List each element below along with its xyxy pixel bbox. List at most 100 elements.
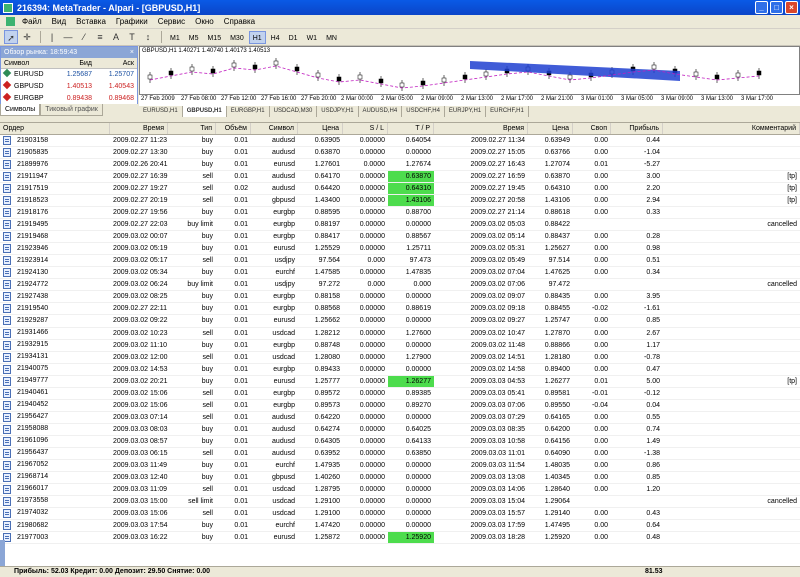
table-row[interactable]: 21919468 2009.03.02 00:07 buy 0.01 eurgbp 0.8…	[0, 231, 800, 244]
chart-tab[interactable]: USDJPY,H1	[317, 106, 359, 117]
vertical-line-icon[interactable]: |	[45, 30, 59, 44]
trendline-icon[interactable]: ⁄	[77, 30, 91, 44]
market-watch-row[interactable]: EURUSD 1.25687 1.25707	[1, 68, 137, 81]
table-row[interactable]: 21918176 2009.02.27 19:56 buy 0.01 eurgbp 0.8…	[0, 207, 800, 220]
table-row[interactable]: 21929287 2009.03.02 09:22 buy 0.01 eurusd 1.2…	[0, 315, 800, 328]
column-open-time[interactable]: Время	[110, 123, 168, 134]
arrows-icon[interactable]: ↕	[141, 30, 155, 44]
table-row[interactable]: 21949777 2009.03.02 20:21 buy 0.01 eurusd 1.2…	[0, 375, 800, 388]
swap-cell: 0.00	[594, 413, 608, 421]
timeframe-w1[interactable]: W1	[303, 31, 322, 44]
column-ask[interactable]: Аск	[95, 58, 137, 68]
table-row[interactable]: 21899976 2009.02.26 20:41 buy 0.01 eurusd 1.2…	[0, 159, 800, 172]
table-row[interactable]: 21956437 2009.03.03 06:15 sell 0.01 audusd 0.…	[0, 448, 800, 460]
column-comment[interactable]: Комментарий	[663, 123, 800, 134]
timeframe-m5[interactable]: M5	[185, 31, 203, 44]
tab-tick-chart[interactable]: Тиковый график	[40, 104, 103, 116]
column-volume[interactable]: Объём	[216, 123, 251, 134]
table-row[interactable]: 21973558 2009.03.03 15:00 sell limit 0.01 us…	[0, 496, 800, 508]
table-row[interactable]: 21966017 2009.03.03 11:09 sell 0.01 usdcad 1.…	[0, 484, 800, 496]
close-icon[interactable]: ×	[130, 47, 134, 58]
label-icon[interactable]: T	[125, 30, 139, 44]
channel-icon[interactable]: ≡	[93, 30, 107, 44]
table-row[interactable]: 21917519 2009.02.27 19:27 sell 0.02 audusd 0.…	[0, 183, 800, 196]
order-cell: 21977003	[0, 532, 110, 543]
table-row[interactable]: 21940461 2009.03.02 15:06 sell 0.01 eurgbp 0.…	[0, 388, 800, 400]
chart-tab[interactable]: USDCAD,M30	[270, 106, 318, 117]
column-symbol[interactable]: Символ	[251, 123, 298, 134]
column-tp[interactable]: T / P	[388, 123, 434, 134]
column-open-price[interactable]: Цена	[298, 123, 343, 134]
chart-tab[interactable]: EURUSD,H1	[139, 106, 183, 117]
tab-symbols[interactable]: Символы	[0, 104, 41, 116]
symbol-cell: usdcad	[272, 497, 295, 505]
table-row[interactable]: 21968714 2009.03.03 12:40 buy 0.01 gbpusd 1.4…	[0, 472, 800, 484]
column-order[interactable]: Ордер	[0, 123, 110, 134]
table-row[interactable]: 21924772 2009.03.02 06:24 buy limit 0.01 usd…	[0, 279, 800, 292]
table-row[interactable]: 21961096 2009.03.03 08:57 buy 0.01 audusd 0.6…	[0, 436, 800, 448]
timeframe-d1[interactable]: D1	[285, 31, 302, 44]
menu-file[interactable]: Файл	[17, 17, 47, 26]
cursor-icon[interactable]: ➚	[4, 30, 18, 44]
column-sl[interactable]: S / L	[343, 123, 388, 134]
column-profit[interactable]: Прибыль	[611, 123, 663, 134]
crosshair-icon[interactable]: ✛	[20, 30, 34, 44]
column-swap[interactable]: Своп	[573, 123, 611, 134]
timeframe-h1[interactable]: H1	[248, 30, 266, 44]
menu-charts[interactable]: Графики	[111, 17, 153, 26]
menu-insert[interactable]: Вставка	[71, 17, 111, 26]
table-row[interactable]: 21958088 2009.03.03 08:03 buy 0.01 audusd 0.6…	[0, 424, 800, 436]
close-price-cell: 0.88435	[544, 293, 570, 301]
table-row[interactable]: 21980682 2009.03.03 17:54 buy 0.01 eurchf 1.4…	[0, 520, 800, 533]
close-button[interactable]: ×	[785, 1, 798, 14]
table-row[interactable]: 21940075 2009.03.02 14:53 buy 0.01 eurgbp 0.8…	[0, 364, 800, 376]
chart-tab[interactable]: GBPUSD,H1	[182, 106, 227, 117]
table-row[interactable]: 21977003 2009.03.03 16:22 buy 0.01 eurusd 1.2…	[0, 532, 800, 545]
open-price-cell: 1.28795	[314, 485, 340, 493]
table-row[interactable]: 21903158 2009.02.27 11:23 buy 0.01 audusd 0.6…	[0, 135, 800, 148]
close-price-cell: 0.63766	[544, 149, 570, 157]
column-type[interactable]: Тип	[168, 123, 216, 134]
maximize-button[interactable]: □	[770, 1, 783, 14]
timeframe-h4[interactable]: H4	[267, 31, 284, 44]
table-row[interactable]: 21974032 2009.03.03 15:06 sell 0.01 usdcad 1.…	[0, 508, 800, 520]
chart-tab[interactable]: EURJPY,H1	[445, 106, 487, 117]
table-row[interactable]: 21919540 2009.02.27 22:11 buy 0.01 eurgbp 0.8…	[0, 303, 800, 316]
table-row[interactable]: 21956427 2009.03.03 07:14 sell 0.01 audusd 0.…	[0, 412, 800, 424]
chart-tab[interactable]: EURCHF,H1	[486, 106, 529, 117]
chart-tab[interactable]: AUDUSD,H4	[359, 106, 403, 117]
table-row[interactable]: 21931466 2009.03.02 10:23 sell 0.01 usdcad 1.…	[0, 328, 800, 340]
table-row[interactable]: 21905835 2009.02.27 13:30 buy 0.01 audusd 0.6…	[0, 147, 800, 160]
timeframe-mn[interactable]: MN	[322, 31, 341, 44]
table-row[interactable]: 21911947 2009.02.27 16:39 sell 0.01 audusd 0.…	[0, 171, 800, 184]
minimize-button[interactable]: _	[755, 1, 768, 14]
close-time-cell: 2009.03.03 10:58	[470, 437, 526, 445]
table-row[interactable]: 21923946 2009.03.02 05:19 buy 0.01 eurusd 1.2…	[0, 243, 800, 256]
column-symbol[interactable]: Символ	[1, 58, 53, 68]
table-row[interactable]: 21923914 2009.03.02 05:17 sell 0.01 usdjpy 97…	[0, 255, 800, 268]
market-watch-row[interactable]: GBPUSD 1.40513 1.40543	[1, 80, 137, 93]
menu-help[interactable]: Справка	[219, 17, 260, 26]
table-row[interactable]: 21919495 2009.02.27 22:03 buy limit 0.01 eur…	[0, 219, 800, 232]
timeframe-m1[interactable]: M1	[166, 31, 184, 44]
table-row[interactable]: 21918523 2009.02.27 20:19 sell 0.01 gbpusd 1.…	[0, 195, 800, 208]
chart-tab[interactable]: USDCHF,H4	[402, 106, 445, 117]
text-icon[interactable]: A	[109, 30, 123, 44]
volume-cell: 0.01	[234, 341, 248, 349]
table-row[interactable]: 21932915 2009.03.02 11:10 buy 0.01 eurgbp 0.8…	[0, 340, 800, 352]
menu-window[interactable]: Окно	[190, 17, 219, 26]
column-close-time[interactable]: Время	[434, 123, 528, 134]
horizontal-line-icon[interactable]: —	[61, 30, 75, 44]
table-row[interactable]: 21967052 2009.03.03 11:49 buy 0.01 eurchf 1.4…	[0, 460, 800, 472]
table-row[interactable]: 21924130 2009.03.02 05:34 buy 0.01 eurchf 1.4…	[0, 267, 800, 280]
menu-tools[interactable]: Сервис	[153, 17, 190, 26]
column-bid[interactable]: Бид	[53, 58, 95, 68]
column-close-price[interactable]: Цена	[528, 123, 573, 134]
table-row[interactable]: 21934131 2009.03.02 12:00 sell 0.01 usdcad 1.…	[0, 352, 800, 364]
timeframe-m30[interactable]: M30	[226, 31, 248, 44]
chart-tab[interactable]: EURGBP,H1	[227, 106, 270, 117]
table-row[interactable]: 21927438 2009.03.02 08:25 buy 0.01 eurgbp 0.8…	[0, 291, 800, 304]
timeframe-m15[interactable]: M15	[203, 31, 225, 44]
menu-view[interactable]: Вид	[47, 17, 71, 26]
table-row[interactable]: 21940452 2009.03.02 15:06 sell 0.01 eurgbp 0.…	[0, 400, 800, 412]
